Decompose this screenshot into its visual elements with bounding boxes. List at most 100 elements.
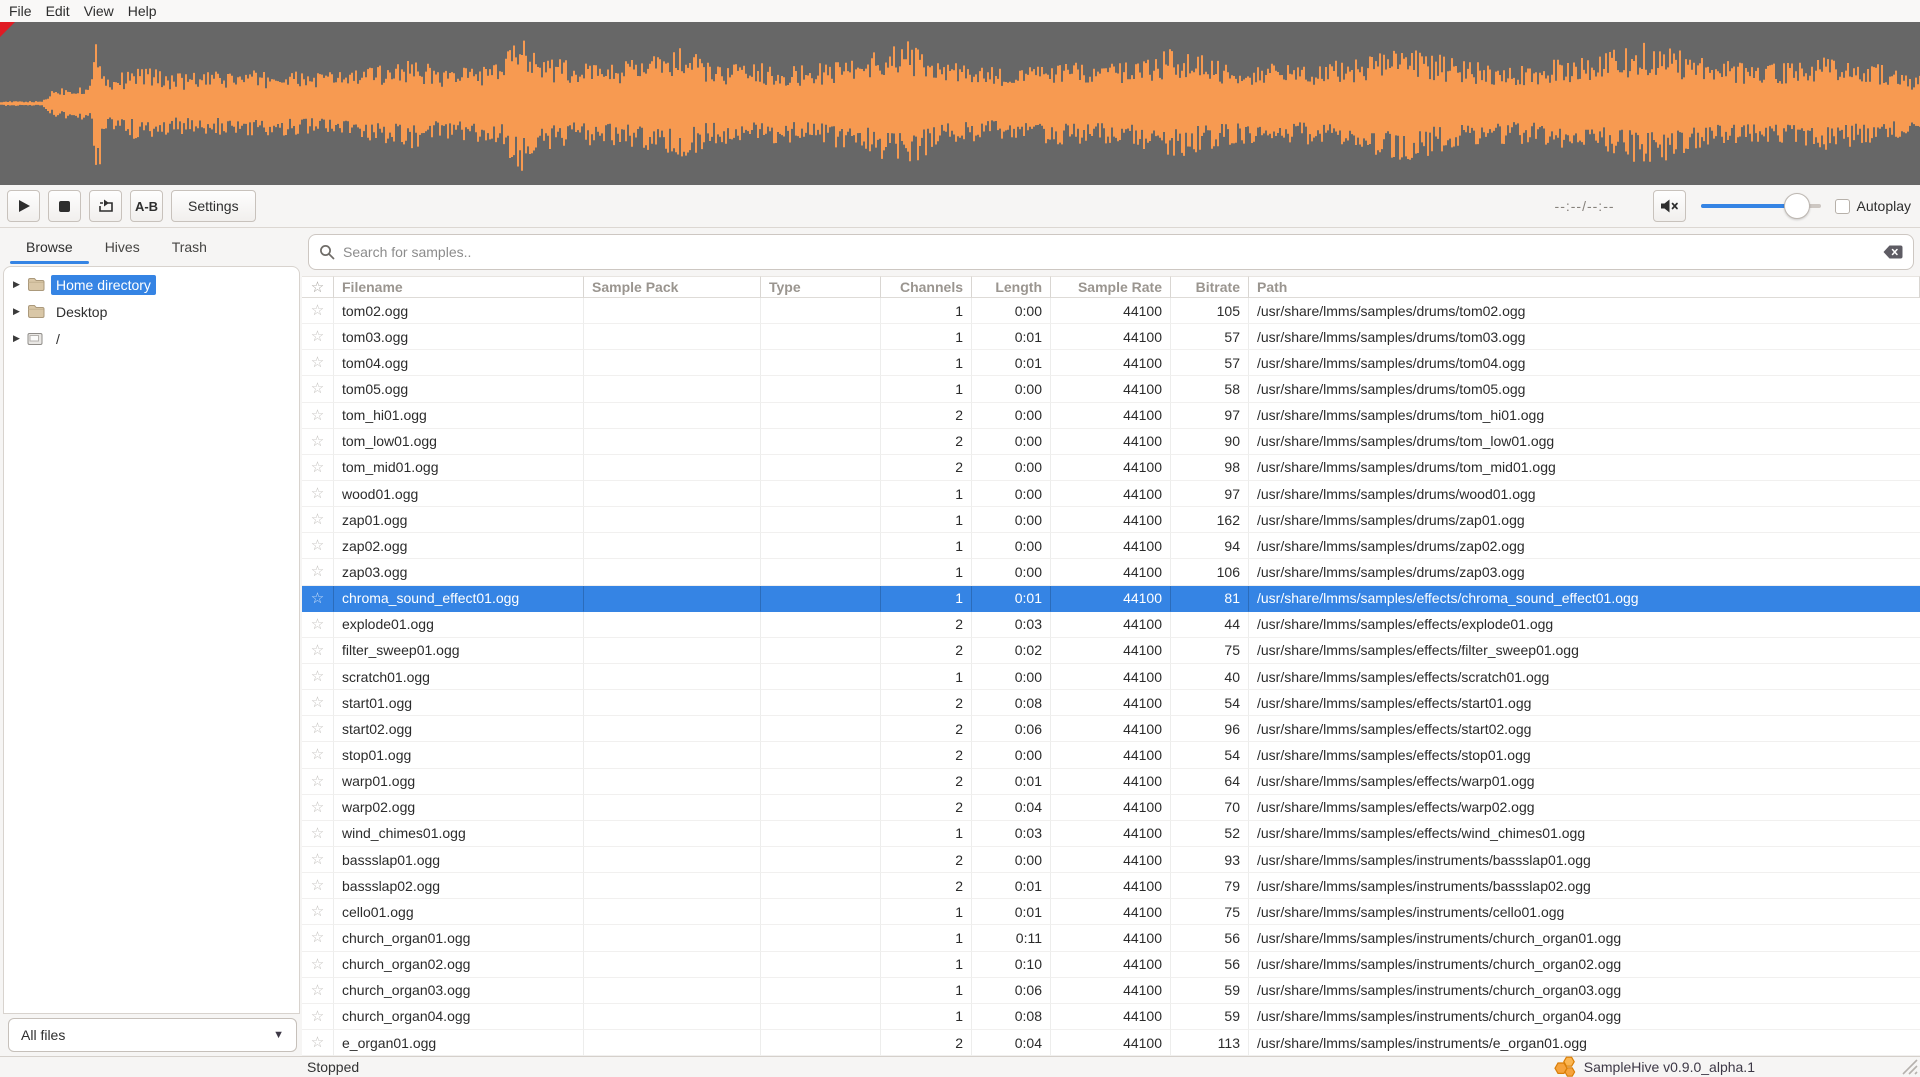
column-header-sample_rate[interactable]: Sample Rate bbox=[1051, 276, 1171, 298]
favorite-star-icon[interactable]: ☆ bbox=[311, 617, 324, 632]
column-header-star[interactable]: ☆ bbox=[302, 276, 334, 298]
favorite-star-icon[interactable]: ☆ bbox=[311, 826, 324, 841]
volume-slider[interactable] bbox=[1701, 193, 1821, 219]
tree-item-desktop[interactable]: ▶Desktop bbox=[4, 298, 299, 325]
waveform-display[interactable] bbox=[0, 22, 1920, 185]
expander-arrow-icon[interactable]: ▶ bbox=[13, 306, 27, 317]
favorite-star-icon[interactable]: ☆ bbox=[311, 512, 324, 527]
table-row[interactable]: ☆church_organ02.ogg10:104410056/usr/shar… bbox=[302, 952, 1920, 978]
column-header-bitrate[interactable]: Bitrate bbox=[1171, 276, 1249, 298]
resize-grip[interactable] bbox=[1900, 1057, 1918, 1075]
favorite-star-icon[interactable]: ☆ bbox=[311, 669, 324, 684]
cell-path: /usr/share/lmms/samples/instruments/bass… bbox=[1249, 847, 1920, 873]
favorite-star-icon[interactable]: ☆ bbox=[311, 643, 324, 658]
favorite-star-icon[interactable]: ☆ bbox=[311, 303, 324, 318]
table-row[interactable]: ☆bassslap01.ogg20:004410093/usr/share/lm… bbox=[302, 847, 1920, 873]
column-header-path[interactable]: Path bbox=[1249, 276, 1920, 298]
favorite-star-icon[interactable]: ☆ bbox=[311, 747, 324, 762]
favorite-star-icon[interactable]: ☆ bbox=[311, 800, 324, 815]
settings-button[interactable]: Settings bbox=[171, 190, 256, 222]
menu-item-view[interactable]: View bbox=[77, 3, 121, 19]
column-header-type[interactable]: Type bbox=[761, 276, 881, 298]
table-row[interactable]: ☆tom_hi01.ogg20:004410097/usr/share/lmms… bbox=[302, 403, 1920, 429]
favorite-star-icon[interactable]: ☆ bbox=[311, 460, 324, 475]
table-row[interactable]: ☆wood01.ogg10:004410097/usr/share/lmms/s… bbox=[302, 481, 1920, 507]
expander-arrow-icon[interactable]: ▶ bbox=[13, 279, 27, 290]
cell-sample_rate: 44100 bbox=[1051, 507, 1171, 533]
favorite-star-icon[interactable]: ☆ bbox=[311, 983, 324, 998]
table-row[interactable]: ☆scratch01.ogg10:004410040/usr/share/lmm… bbox=[302, 664, 1920, 690]
table-row[interactable]: ☆stop01.ogg20:004410054/usr/share/lmms/s… bbox=[302, 742, 1920, 768]
menu-item-help[interactable]: Help bbox=[121, 3, 164, 19]
file-filter-dropdown[interactable]: All files ▼ bbox=[8, 1018, 297, 1052]
column-header-length[interactable]: Length bbox=[972, 276, 1051, 298]
table-row[interactable]: ☆cello01.ogg10:014410075/usr/share/lmms/… bbox=[302, 899, 1920, 925]
favorite-star-icon[interactable]: ☆ bbox=[311, 408, 324, 423]
favorite-star-icon[interactable]: ☆ bbox=[311, 774, 324, 789]
favorite-star-icon[interactable]: ☆ bbox=[311, 434, 324, 449]
tab-browse[interactable]: Browse bbox=[10, 228, 89, 266]
table-row[interactable]: ☆start02.ogg20:064410096/usr/share/lmms/… bbox=[302, 716, 1920, 742]
favorite-star-icon[interactable]: ☆ bbox=[311, 695, 324, 710]
favorite-star-icon[interactable]: ☆ bbox=[311, 930, 324, 945]
favorite-star-icon[interactable]: ☆ bbox=[311, 904, 324, 919]
favorite-star-icon[interactable]: ☆ bbox=[311, 564, 324, 579]
clear-search-icon[interactable] bbox=[1883, 245, 1903, 259]
column-header-sample_pack[interactable]: Sample Pack bbox=[584, 276, 761, 298]
favorite-star-icon[interactable]: ☆ bbox=[311, 852, 324, 867]
menu-bar: FileEditViewHelp bbox=[0, 0, 1920, 22]
favorite-star-icon[interactable]: ☆ bbox=[311, 591, 324, 606]
favorite-star-icon[interactable]: ☆ bbox=[311, 1009, 324, 1024]
table-row[interactable]: ☆filter_sweep01.ogg20:024410075/usr/shar… bbox=[302, 638, 1920, 664]
column-header-filename[interactable]: Filename bbox=[334, 276, 584, 298]
mute-button[interactable] bbox=[1653, 190, 1686, 222]
table-row[interactable]: ☆chroma_sound_effect01.ogg10:014410081/u… bbox=[302, 586, 1920, 612]
table-row[interactable]: ☆zap03.ogg10:0044100106/usr/share/lmms/s… bbox=[302, 559, 1920, 585]
table-row[interactable]: ☆tom02.ogg10:0044100105/usr/share/lmms/s… bbox=[302, 298, 1920, 324]
favorite-star-icon[interactable]: ☆ bbox=[311, 381, 324, 396]
volume-slider-knob[interactable] bbox=[1784, 193, 1810, 219]
favorite-star-icon[interactable]: ☆ bbox=[311, 721, 324, 736]
favorite-star-icon[interactable]: ☆ bbox=[311, 486, 324, 501]
favorite-star-icon[interactable]: ☆ bbox=[311, 957, 324, 972]
table-row[interactable]: ☆church_organ04.ogg10:084410059/usr/shar… bbox=[302, 1004, 1920, 1030]
tab-trash[interactable]: Trash bbox=[156, 228, 223, 266]
table-row[interactable]: ☆church_organ03.ogg10:064410059/usr/shar… bbox=[302, 978, 1920, 1004]
cell-type bbox=[761, 899, 881, 925]
favorite-star-icon[interactable]: ☆ bbox=[311, 1035, 324, 1050]
tree-item--[interactable]: ▶/ bbox=[4, 325, 299, 352]
autoplay-checkbox[interactable] bbox=[1835, 199, 1850, 214]
table-row[interactable]: ☆tom_mid01.ogg20:004410098/usr/share/lmm… bbox=[302, 455, 1920, 481]
search-input[interactable] bbox=[343, 244, 1883, 260]
cell-path: /usr/share/lmms/samples/effects/wind_chi… bbox=[1249, 821, 1920, 847]
ab-loop-button[interactable]: A-B bbox=[130, 190, 163, 222]
stop-button[interactable] bbox=[48, 190, 81, 222]
table-row[interactable]: ☆zap01.ogg10:0044100162/usr/share/lmms/s… bbox=[302, 507, 1920, 533]
favorite-star-icon[interactable]: ☆ bbox=[311, 355, 324, 370]
table-row[interactable]: ☆tom03.ogg10:014410057/usr/share/lmms/sa… bbox=[302, 324, 1920, 350]
menu-item-file[interactable]: File bbox=[2, 3, 39, 19]
loop-button[interactable] bbox=[89, 190, 122, 222]
table-row[interactable]: ☆warp02.ogg20:044410070/usr/share/lmms/s… bbox=[302, 795, 1920, 821]
column-header-channels[interactable]: Channels bbox=[881, 276, 972, 298]
table-row[interactable]: ☆church_organ01.ogg10:114410056/usr/shar… bbox=[302, 925, 1920, 951]
tree-item-home-directory[interactable]: ▶Home directory bbox=[4, 271, 299, 298]
cell-sample_rate: 44100 bbox=[1051, 638, 1171, 664]
play-button[interactable] bbox=[7, 190, 40, 222]
expander-arrow-icon[interactable]: ▶ bbox=[13, 333, 27, 344]
table-row[interactable]: ☆start01.ogg20:084410054/usr/share/lmms/… bbox=[302, 690, 1920, 716]
tab-hives[interactable]: Hives bbox=[89, 228, 156, 266]
menu-item-edit[interactable]: Edit bbox=[39, 3, 77, 19]
table-row[interactable]: ☆explode01.ogg20:034410044/usr/share/lmm… bbox=[302, 612, 1920, 638]
table-row[interactable]: ☆zap02.ogg10:004410094/usr/share/lmms/sa… bbox=[302, 533, 1920, 559]
favorite-star-icon[interactable]: ☆ bbox=[311, 538, 324, 553]
table-row[interactable]: ☆tom_low01.ogg20:004410090/usr/share/lmm… bbox=[302, 429, 1920, 455]
favorite-star-icon[interactable]: ☆ bbox=[311, 878, 324, 893]
table-row[interactable]: ☆e_organ01.ogg20:0444100113/usr/share/lm… bbox=[302, 1030, 1920, 1056]
favorite-star-icon[interactable]: ☆ bbox=[311, 329, 324, 344]
table-row[interactable]: ☆tom05.ogg10:004410058/usr/share/lmms/sa… bbox=[302, 376, 1920, 402]
table-row[interactable]: ☆wind_chimes01.ogg10:034410052/usr/share… bbox=[302, 821, 1920, 847]
table-row[interactable]: ☆bassslap02.ogg20:014410079/usr/share/lm… bbox=[302, 873, 1920, 899]
table-row[interactable]: ☆tom04.ogg10:014410057/usr/share/lmms/sa… bbox=[302, 350, 1920, 376]
table-row[interactable]: ☆warp01.ogg20:014410064/usr/share/lmms/s… bbox=[302, 769, 1920, 795]
